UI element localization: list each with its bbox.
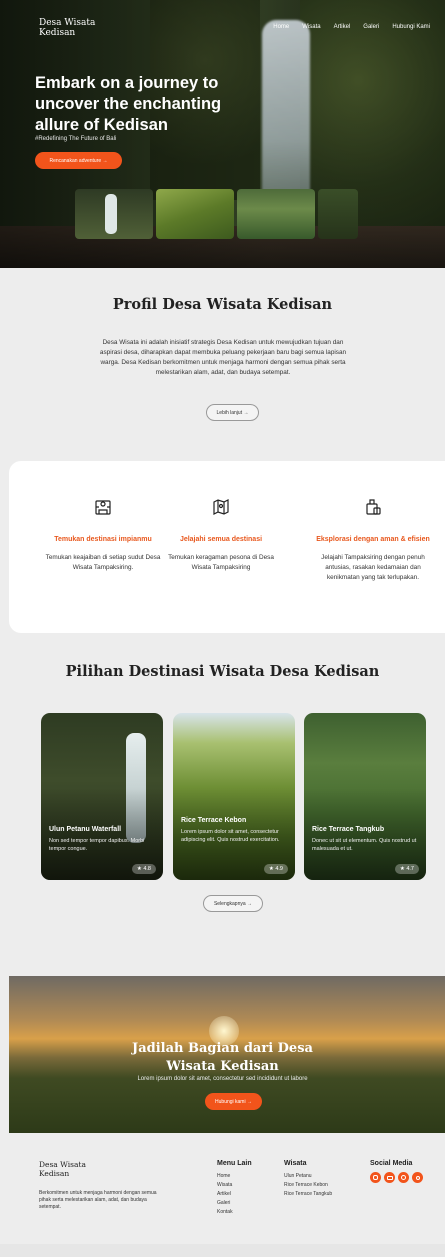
footer-about: Berkomitmen untuk menjaga harmoni dengan… [39, 1190, 157, 1210]
feature-item: Temukan destinasi impianmu Temukan keaja… [43, 461, 163, 573]
card-title: Ulun Petanu Waterfall [49, 826, 122, 833]
footer-link-rice-terrace-kebon[interactable]: Rice Terrace Kebon [284, 1181, 332, 1190]
hero-subtitle: #Redefining The Future of Bali [35, 136, 117, 142]
star-icon: ★ [136, 866, 142, 872]
cta-title: Jadilah Bagian dari Desa Wisata Kedisan [132, 1041, 313, 1074]
feature-title: Eksplorasi dengan aman & efisien [316, 536, 430, 543]
footer-menu: Menu Lain Home Wisata Artikel Galeri Kon… [217, 1160, 252, 1217]
features-panel: Temukan destinasi impianmu Temukan keaja… [9, 461, 445, 633]
map-person-icon [95, 500, 111, 515]
social-links [370, 1172, 423, 1183]
top-nav: Desa Wisata Kedisan Home Wisata Artikel … [0, 18, 445, 42]
footer-link-ulun-petanu[interactable]: Ulun Petanu [284, 1172, 332, 1181]
feature-desc: Temukan keragaman pesona di Desa Wisata … [168, 554, 274, 571]
card-title: Rice Terrace Kebon [181, 817, 247, 824]
destination-card[interactable]: Rice Terrace Kebon Lorem ipsum dolor sit… [173, 713, 295, 880]
feature-item: Eksplorasi dengan aman & efisien Jelajah… [313, 461, 433, 583]
plan-adventure-button[interactable]: Rencanakan adventure → [35, 152, 122, 169]
footer-heading: Menu Lain [217, 1160, 252, 1167]
hero-gallery [75, 189, 358, 239]
footer-heading: Wisata [284, 1160, 307, 1167]
footer-link-home[interactable]: Home [217, 1172, 252, 1181]
star-icon: ★ [268, 866, 274, 872]
footer-link-galeri[interactable]: Galeri [217, 1199, 252, 1208]
footer-link-rice-terrace-tangkub[interactable]: Rice Terrace Tangkub [284, 1190, 332, 1199]
rating-badge: ★ 4.7 [394, 864, 419, 874]
contact-button[interactable]: Hubungi kami → [205, 1093, 262, 1110]
youtube-icon[interactable] [384, 1172, 395, 1183]
gallery-thumb-rice-field[interactable] [156, 189, 234, 239]
luggage-icon [366, 499, 381, 515]
star-icon: ★ [399, 866, 405, 872]
feature-title: Jelajahi semua destinasi [179, 536, 263, 543]
profile-description: Desa Wisata ini adalah inisiatif strateg… [99, 339, 347, 376]
feature-item: Jelajahi semua destinasi Temukan keragam… [161, 461, 281, 573]
footer-link-artikel[interactable]: Artikel [217, 1190, 252, 1199]
footer-social: Social Media [370, 1160, 423, 1183]
learn-more-button[interactable]: Lebih lanjut → [206, 404, 259, 421]
tiktok-icon[interactable] [412, 1172, 423, 1183]
destination-card[interactable]: Rice Terrace Tangkub Donec ut sit ut ele… [304, 713, 426, 880]
card-desc: Donec ut sit ut elementum. Quis nostrud … [312, 838, 417, 852]
gallery-thumb-waterfall[interactable] [75, 189, 153, 239]
footer-bottom-bar [0, 1244, 445, 1257]
gallery-thumb-forest[interactable] [318, 189, 358, 239]
nav-link-home[interactable]: Home [273, 24, 289, 30]
footer-link-kontak[interactable]: Kontak [217, 1208, 252, 1217]
card-title: Rice Terrace Tangkub [312, 826, 385, 833]
profile-title: Profil Desa Wisata Kedisan [112, 296, 333, 313]
footer-heading: Social Media [370, 1160, 413, 1167]
feature-title: Temukan destinasi impianmu [54, 536, 152, 543]
destinations-title: Pilihan Destinasi Wisata Desa Kedisan [65, 663, 380, 680]
hero-title: Embark on a journey to uncover the encha… [35, 74, 222, 134]
see-all-button[interactable]: Selengkapnya → [203, 895, 263, 912]
site-logo[interactable]: Desa Wisata Kedisan [39, 18, 109, 38]
feature-desc: Jelajahi Tampaksiring dengan penuh antus… [321, 554, 425, 581]
rating-badge: ★ 4.9 [263, 864, 288, 874]
rating-badge: ★ 4.8 [131, 864, 156, 874]
footer-logo[interactable]: Desa Wisata Kedisan [39, 1160, 99, 1178]
nav-link-wisata[interactable]: Wisata [302, 24, 320, 30]
folded-map-icon [213, 499, 229, 515]
instagram-icon[interactable] [370, 1172, 381, 1183]
cta-subtitle: Lorem ipsum dolor sit amet, consectetur … [137, 1076, 308, 1082]
destination-card[interactable]: Ulun Petanu Waterfall Non sed tempor tem… [41, 713, 163, 880]
nav-link-hubungi[interactable]: Hubungi Kami [392, 24, 430, 30]
nav-links: Home Wisata Artikel Galeri Hubungi Kami [260, 24, 430, 30]
gallery-thumb-terrace[interactable] [237, 189, 315, 239]
feature-desc: Temukan keajaiban di setiap sudut Desa W… [45, 554, 161, 571]
footer-wisata: Wisata Ulun Petanu Rice Terrace Kebon Ri… [284, 1160, 332, 1199]
card-desc: Non sed tempor tempor dapibus. Morbi tem… [49, 838, 145, 852]
card-desc: Lorem ipsum dolor sit amet, consectetur … [181, 829, 280, 843]
nav-link-artikel[interactable]: Artikel [334, 24, 351, 30]
facebook-icon[interactable] [398, 1172, 409, 1183]
nav-link-galeri[interactable]: Galeri [363, 24, 379, 30]
footer-link-wisata[interactable]: Wisata [217, 1181, 252, 1190]
